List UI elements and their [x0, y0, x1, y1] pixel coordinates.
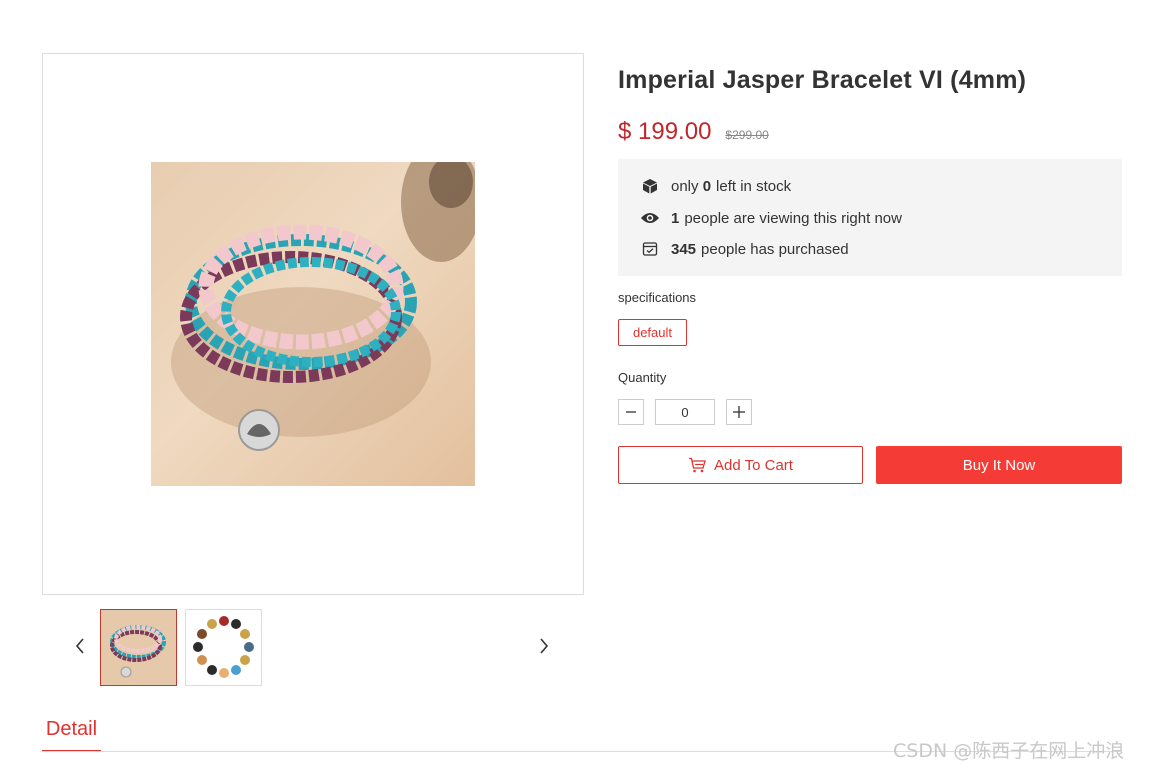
- chevron-right-icon[interactable]: [534, 636, 554, 656]
- buy-now-button[interactable]: Buy It Now: [876, 446, 1122, 484]
- main-image-frame: [42, 53, 584, 595]
- viewers-line: 1 people are viewing this right now: [640, 208, 902, 228]
- original-price: $299.00: [725, 128, 769, 142]
- purchased-count: 345: [671, 240, 697, 258]
- quantity-decrement-button[interactable]: [618, 399, 644, 425]
- tab-detail[interactable]: Detail: [42, 712, 101, 752]
- quantity-increment-button[interactable]: [726, 399, 752, 425]
- add-to-cart-button[interactable]: Add To Cart: [618, 446, 863, 484]
- thumbnail-bracelet-stack[interactable]: [100, 609, 177, 686]
- product-main-image: [151, 162, 475, 486]
- stock-count: 0: [702, 177, 712, 195]
- stock-prefix: only: [671, 177, 699, 195]
- purchased-suffix: people has purchased: [701, 240, 849, 258]
- thumbnail-bracelet-single[interactable]: [185, 609, 262, 686]
- box-icon: [640, 176, 660, 196]
- chevron-left-icon[interactable]: [70, 636, 90, 656]
- quantity-label: Quantity: [618, 370, 667, 385]
- stock-suffix: left in stock: [716, 177, 792, 195]
- specifications-label: specifications: [618, 290, 697, 305]
- eye-icon: [640, 208, 660, 228]
- spec-option-default[interactable]: default: [618, 319, 687, 346]
- cart-icon: [688, 457, 706, 473]
- current-price: $ 199.00: [618, 118, 712, 145]
- viewers-count: 1: [671, 209, 680, 227]
- purchased-line: 345 people has purchased: [640, 239, 849, 259]
- quantity-input[interactable]: [655, 399, 715, 425]
- add-to-cart-label: Add To Cart: [714, 456, 793, 474]
- product-title: Imperial Jasper Bracelet VI (4mm): [618, 66, 1027, 94]
- plus-icon: [733, 406, 745, 418]
- price-row: $ 199.00 $299.00: [618, 118, 769, 146]
- stock-line: only 0 left in stock: [640, 176, 791, 196]
- receipt-icon: [640, 239, 660, 259]
- thumbnail-strip: [42, 608, 584, 686]
- watermark: CSDN @陈西子在网上冲浪: [893, 740, 1125, 762]
- minus-icon: [626, 411, 636, 413]
- viewers-suffix: people are viewing this right now: [684, 209, 902, 227]
